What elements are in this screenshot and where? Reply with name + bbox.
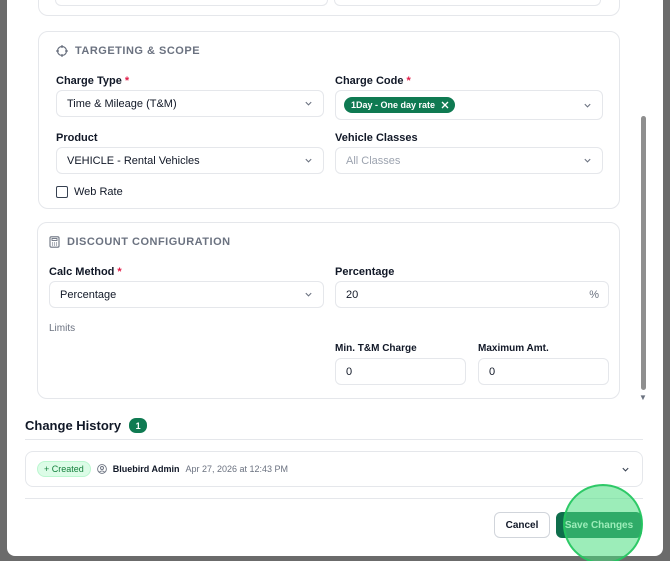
percent-suffix: %: [589, 288, 599, 301]
min-tm-charge-input[interactable]: 0: [335, 358, 466, 385]
charge-code-multiselect[interactable]: 1Day - One day rate: [335, 90, 603, 120]
limits-label: Limits: [49, 323, 76, 334]
web-rate-label: Web Rate: [74, 186, 123, 198]
web-rate-checkbox[interactable]: [56, 186, 68, 198]
footer-divider: [25, 498, 643, 499]
previous-field-left[interactable]: [55, 0, 328, 6]
maximum-amt-input[interactable]: 0: [478, 358, 609, 385]
vehicle-classes-label: Vehicle Classes: [335, 132, 418, 144]
cancel-button[interactable]: Cancel: [494, 512, 550, 538]
discount-section-header: DISCOUNT CONFIGURATION: [49, 236, 231, 248]
previous-field-right[interactable]: [334, 0, 601, 6]
targeting-scope-card: TARGETING & SCOPE Charge Type * Time & Mi…: [38, 31, 620, 209]
charge-type-select[interactable]: Time & Mileage (T&M): [56, 90, 324, 117]
charge-type-value: Time & Mileage (T&M): [67, 97, 177, 110]
product-select[interactable]: VEHICLE - Rental Vehicles: [56, 147, 324, 174]
targeting-section-header: TARGETING & SCOPE: [56, 45, 200, 57]
chevron-down-icon: [584, 158, 591, 163]
scroll-down-arrow[interactable]: ▼: [639, 394, 647, 402]
edit-rate-modal: TARGETING & SCOPE Charge Type * Time & Mi…: [7, 0, 663, 556]
vehicle-classes-placeholder: All Classes: [346, 154, 401, 167]
maximum-amt-value: 0: [489, 365, 496, 378]
created-badge: + Created: [37, 461, 91, 477]
change-history-title: Change History: [25, 418, 122, 433]
discount-section-title: DISCOUNT CONFIGURATION: [67, 236, 231, 248]
calculator-icon: [49, 236, 60, 248]
change-history-header: Change History 1: [25, 418, 148, 433]
chevron-down-icon: [584, 103, 591, 108]
charge-code-label: Charge Code *: [335, 75, 411, 87]
discount-configuration-card: DISCOUNT CONFIGURATION Calc Method * Perc…: [37, 222, 620, 399]
required-marker: *: [117, 266, 122, 278]
history-user: Bluebird Admin: [112, 464, 180, 474]
maximum-amt-label: Maximum Amt.: [478, 343, 549, 354]
percentage-input[interactable]: 20 %: [335, 281, 609, 308]
product-label: Product: [56, 132, 98, 144]
required-marker: *: [124, 75, 130, 87]
chevron-down-icon: [305, 158, 312, 163]
required-marker: *: [406, 75, 411, 87]
calc-method-label: Calc Method *: [49, 266, 122, 278]
crosshair-icon: [56, 45, 68, 57]
charge-code-tag: 1Day - One day rate: [344, 97, 456, 113]
min-tm-charge-value: 0: [346, 365, 353, 378]
history-count-badge: 1: [129, 418, 148, 433]
history-timestamp: Apr 27, 2026 at 12:43 PM: [185, 464, 289, 474]
percentage-value: 20: [346, 288, 359, 301]
product-value: VEHICLE - Rental Vehicles: [67, 154, 200, 167]
chevron-down-icon: [305, 292, 312, 297]
close-icon[interactable]: [441, 101, 449, 109]
calc-method-select[interactable]: Percentage: [49, 281, 324, 308]
vehicle-classes-select[interactable]: All Classes: [335, 147, 603, 174]
history-entry[interactable]: + Created Bluebird Admin Apr 27, 2026 at…: [25, 451, 643, 487]
scrollbar[interactable]: ▼: [638, 0, 650, 405]
charge-type-label: Charge Type *: [56, 75, 130, 87]
targeting-section-title: TARGETING & SCOPE: [75, 45, 201, 57]
user-icon: [96, 464, 107, 474]
percentage-label: Percentage: [335, 266, 395, 278]
charge-code-tag-label: 1Day - One day rate: [351, 100, 436, 110]
scrollbar-thumb[interactable]: [641, 116, 646, 390]
save-changes-button[interactable]: Save Changes: [556, 512, 642, 538]
min-tm-charge-label: Min. T&M Charge: [335, 343, 417, 354]
divider: [25, 439, 643, 440]
chevron-down-icon: [305, 101, 312, 106]
chevron-down-icon[interactable]: [621, 465, 630, 474]
calc-method-value: Percentage: [60, 288, 117, 301]
